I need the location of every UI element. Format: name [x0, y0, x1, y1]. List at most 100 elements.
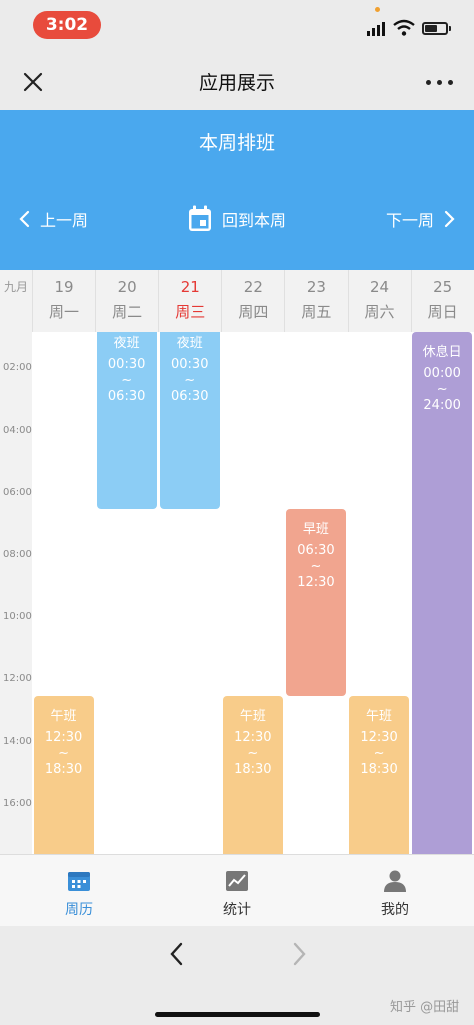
- shift-name: 午班: [50, 708, 77, 724]
- status-bar: 3:02: [0, 0, 474, 50]
- day-column-header[interactable]: 22 周四: [221, 270, 284, 332]
- time-label: 16:00: [3, 797, 32, 809]
- time-label: 12:00: [3, 673, 32, 685]
- shift-end: 18:30: [44, 761, 83, 777]
- tab-calendar-label: 周历: [65, 902, 93, 918]
- tab-bar: 周历 统计 我的: [0, 854, 474, 926]
- shift-end: 18:30: [234, 761, 272, 777]
- day-weekday: 周一: [49, 303, 80, 321]
- shift-sep: ~: [58, 745, 69, 761]
- shift-end: 18:30: [360, 761, 398, 777]
- status-time: 3:02: [33, 11, 101, 39]
- day-weekday: 周日: [427, 303, 458, 321]
- page-title: 应用展示: [198, 72, 275, 94]
- tab-statistics-label: 统计: [223, 902, 251, 918]
- shift-sep: ~: [121, 372, 133, 388]
- current-week-button[interactable]: 回到本周: [188, 204, 286, 234]
- day-weekday: 周六: [364, 303, 395, 321]
- chevron-left-icon: [19, 210, 30, 228]
- day-column-header[interactable]: 19 周一: [32, 270, 95, 332]
- shift-end: 06:30: [107, 388, 146, 404]
- wifi-icon: [393, 19, 415, 36]
- shift-name: 早班: [302, 522, 329, 538]
- next-week-label: 下一周: [385, 211, 434, 230]
- shift-sep: ~: [184, 372, 196, 388]
- shift-event[interactable]: 午班 12:30 ~18:30: [222, 695, 283, 854]
- shift-name: 午班: [366, 708, 393, 724]
- day-column-header[interactable]: 24 周六: [347, 270, 411, 332]
- shift-start: 00:30: [107, 356, 146, 372]
- shift-name: 夜班: [113, 335, 140, 351]
- calendar-icon: [189, 205, 211, 231]
- shift-name: 休息日: [422, 345, 462, 360]
- calendar-icon: [68, 872, 90, 891]
- time-label: 06:00: [3, 486, 32, 498]
- day-number: 22: [243, 278, 263, 296]
- day-weekday: 周五: [301, 303, 332, 321]
- user-icon: [384, 870, 406, 892]
- month-label: 九月: [3, 280, 28, 294]
- shift-event[interactable]: 午班 12:30 ~18:30: [33, 695, 94, 854]
- shift-start: 12:30: [234, 729, 272, 745]
- shift-end: 24:00: [423, 398, 461, 413]
- shift-sep: ~: [436, 382, 448, 397]
- shift-start: 12:30: [360, 729, 398, 745]
- day-column-header[interactable]: 21 周三: [158, 270, 221, 332]
- shift-event[interactable]: 早班 06:30 ~12:30: [285, 509, 346, 696]
- shift-name: 夜班: [176, 335, 203, 351]
- signal-icon: [367, 20, 387, 36]
- week-header: 本周排班 上一周 回到本周 下一周: [0, 110, 474, 270]
- time-axis: 02:00 04:00 06:00 08:00 10:00 12:00 14:00 16:00: [0, 332, 32, 854]
- prev-week-label: 上一周: [40, 211, 89, 230]
- app-screen: 3:02 应用展示 本周排班 上一周 回到本周 下一周 九月 19 周一 20 …: [0, 0, 474, 1025]
- day-column-header[interactable]: 20 周二: [95, 270, 158, 332]
- day-number: 23: [306, 278, 326, 296]
- shift-start: 00:00: [423, 366, 461, 381]
- shift-event[interactable]: 夜班 00:30 ~06:30: [96, 332, 157, 510]
- day-weekday: 周四: [238, 303, 269, 321]
- watermark: 知乎 @田甜: [390, 1000, 460, 1015]
- mic-indicator-icon: [375, 7, 380, 12]
- tab-profile[interactable]: 我的: [316, 855, 474, 927]
- back-icon[interactable]: [166, 940, 188, 968]
- shift-name: 午班: [239, 708, 266, 724]
- current-week-label: 回到本周: [222, 211, 287, 230]
- day-number: 24: [370, 278, 390, 296]
- shift-event[interactable]: 夜班 00:30 ~06:30: [159, 332, 220, 510]
- schedule-grid: 02:00 04:00 06:00 08:00 10:00 12:00 14:00 16:00…: [0, 332, 474, 854]
- tab-calendar[interactable]: 周历: [0, 855, 158, 927]
- shift-sep: ~: [247, 745, 259, 761]
- day-number: 19: [54, 278, 74, 296]
- shift-end: 06:30: [171, 388, 209, 404]
- next-week-button[interactable]: 下一周: [386, 206, 456, 232]
- shift-event[interactable]: 休息日 00:00 ~24:00: [412, 332, 473, 854]
- time-label: 04:00: [3, 424, 32, 436]
- forward-icon: [293, 942, 306, 966]
- day-column-header[interactable]: 23 周五: [284, 270, 347, 332]
- day-weekday: 周三: [175, 303, 206, 321]
- time-label: 08:00: [3, 548, 32, 560]
- battery-icon: [422, 22, 451, 35]
- shift-start: 12:30: [44, 729, 83, 745]
- shift-start: 06:30: [297, 543, 335, 559]
- tab-profile-label: 我的: [381, 902, 409, 918]
- home-indicator: [155, 1012, 320, 1017]
- time-label: 14:00: [3, 735, 32, 747]
- shift-end: 12:30: [297, 575, 335, 591]
- week-title: 本周排班: [198, 132, 275, 154]
- tab-statistics[interactable]: 统计: [158, 855, 316, 927]
- chevron-right-icon: [444, 210, 455, 228]
- shift-sep: ~: [310, 559, 322, 575]
- more-icon[interactable]: [426, 77, 454, 87]
- day-number: 20: [117, 278, 137, 296]
- day-column-header[interactable]: 25 周日: [410, 270, 474, 332]
- day-header: 九月 19 周一 20 周二 21 周三 22 周四 23 周五 24 周六 25 周日: [0, 270, 474, 332]
- time-label: 10:00: [3, 611, 32, 623]
- close-icon[interactable]: [20, 69, 46, 95]
- time-label: 02:00: [3, 362, 32, 374]
- prev-week-button[interactable]: 上一周: [18, 206, 88, 232]
- shift-start: 00:30: [171, 356, 209, 372]
- nav-bar: 应用展示: [0, 50, 474, 110]
- day-number: 25: [433, 278, 453, 296]
- shift-event[interactable]: 午班 12:30 ~18:30: [349, 695, 410, 854]
